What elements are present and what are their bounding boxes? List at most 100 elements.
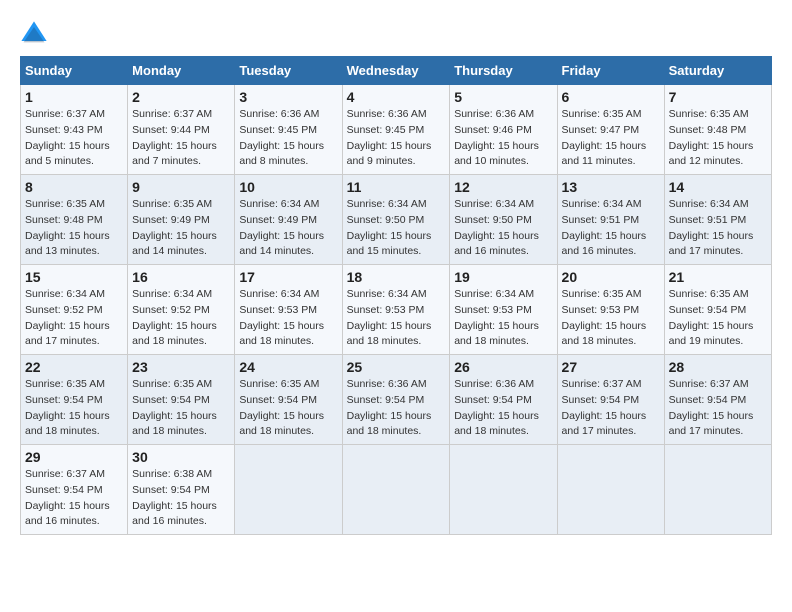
day-number: 3 — [239, 89, 337, 105]
day-number: 10 — [239, 179, 337, 195]
calendar-cell: 25 Sunrise: 6:36 AM Sunset: 9:54 PM Dayl… — [342, 355, 450, 445]
day-info: Sunrise: 6:34 AM Sunset: 9:53 PM Dayligh… — [347, 287, 446, 350]
day-number: 5 — [454, 89, 552, 105]
day-info: Sunrise: 6:36 AM Sunset: 9:45 PM Dayligh… — [347, 107, 446, 170]
day-info: Sunrise: 6:35 AM Sunset: 9:54 PM Dayligh… — [132, 377, 230, 440]
day-number: 6 — [562, 89, 660, 105]
calendar-cell: 24 Sunrise: 6:35 AM Sunset: 9:54 PM Dayl… — [235, 355, 342, 445]
day-number: 20 — [562, 269, 660, 285]
header-thursday: Thursday — [450, 57, 557, 85]
day-info: Sunrise: 6:37 AM Sunset: 9:54 PM Dayligh… — [669, 377, 767, 440]
calendar-cell: 4 Sunrise: 6:36 AM Sunset: 9:45 PM Dayli… — [342, 85, 450, 175]
calendar-cell: 3 Sunrise: 6:36 AM Sunset: 9:45 PM Dayli… — [235, 85, 342, 175]
header-wednesday: Wednesday — [342, 57, 450, 85]
calendar-cell — [235, 445, 342, 535]
day-number: 4 — [347, 89, 446, 105]
day-info: Sunrise: 6:35 AM Sunset: 9:54 PM Dayligh… — [25, 377, 123, 440]
day-number: 8 — [25, 179, 123, 195]
day-number: 19 — [454, 269, 552, 285]
calendar-cell: 7 Sunrise: 6:35 AM Sunset: 9:48 PM Dayli… — [664, 85, 771, 175]
day-info: Sunrise: 6:34 AM Sunset: 9:52 PM Dayligh… — [132, 287, 230, 350]
day-info: Sunrise: 6:36 AM Sunset: 9:45 PM Dayligh… — [239, 107, 337, 170]
day-info: Sunrise: 6:37 AM Sunset: 9:54 PM Dayligh… — [562, 377, 660, 440]
day-info: Sunrise: 6:37 AM Sunset: 9:43 PM Dayligh… — [25, 107, 123, 170]
day-number: 15 — [25, 269, 123, 285]
calendar-cell: 16 Sunrise: 6:34 AM Sunset: 9:52 PM Dayl… — [128, 265, 235, 355]
day-info: Sunrise: 6:34 AM Sunset: 9:53 PM Dayligh… — [454, 287, 552, 350]
day-number: 13 — [562, 179, 660, 195]
calendar-cell: 14 Sunrise: 6:34 AM Sunset: 9:51 PM Dayl… — [664, 175, 771, 265]
day-number: 7 — [669, 89, 767, 105]
calendar-cell: 1 Sunrise: 6:37 AM Sunset: 9:43 PM Dayli… — [21, 85, 128, 175]
day-info: Sunrise: 6:35 AM Sunset: 9:48 PM Dayligh… — [669, 107, 767, 170]
calendar-cell: 27 Sunrise: 6:37 AM Sunset: 9:54 PM Dayl… — [557, 355, 664, 445]
calendar-cell: 28 Sunrise: 6:37 AM Sunset: 9:54 PM Dayl… — [664, 355, 771, 445]
day-number: 9 — [132, 179, 230, 195]
calendar-cell: 19 Sunrise: 6:34 AM Sunset: 9:53 PM Dayl… — [450, 265, 557, 355]
calendar-cell — [557, 445, 664, 535]
day-number: 28 — [669, 359, 767, 375]
day-info: Sunrise: 6:38 AM Sunset: 9:54 PM Dayligh… — [132, 467, 230, 530]
page-header — [20, 20, 772, 48]
day-number: 24 — [239, 359, 337, 375]
header-sunday: Sunday — [21, 57, 128, 85]
calendar-week-2: 8 Sunrise: 6:35 AM Sunset: 9:48 PM Dayli… — [21, 175, 772, 265]
calendar-cell: 5 Sunrise: 6:36 AM Sunset: 9:46 PM Dayli… — [450, 85, 557, 175]
day-info: Sunrise: 6:37 AM Sunset: 9:44 PM Dayligh… — [132, 107, 230, 170]
day-info: Sunrise: 6:35 AM Sunset: 9:53 PM Dayligh… — [562, 287, 660, 350]
day-info: Sunrise: 6:37 AM Sunset: 9:54 PM Dayligh… — [25, 467, 123, 530]
day-info: Sunrise: 6:36 AM Sunset: 9:54 PM Dayligh… — [454, 377, 552, 440]
header-friday: Friday — [557, 57, 664, 85]
day-info: Sunrise: 6:36 AM Sunset: 9:54 PM Dayligh… — [347, 377, 446, 440]
calendar-cell: 20 Sunrise: 6:35 AM Sunset: 9:53 PM Dayl… — [557, 265, 664, 355]
day-number: 11 — [347, 179, 446, 195]
day-info: Sunrise: 6:34 AM Sunset: 9:51 PM Dayligh… — [669, 197, 767, 260]
calendar-cell: 23 Sunrise: 6:35 AM Sunset: 9:54 PM Dayl… — [128, 355, 235, 445]
calendar-week-5: 29 Sunrise: 6:37 AM Sunset: 9:54 PM Dayl… — [21, 445, 772, 535]
calendar-cell: 10 Sunrise: 6:34 AM Sunset: 9:49 PM Dayl… — [235, 175, 342, 265]
day-info: Sunrise: 6:34 AM Sunset: 9:51 PM Dayligh… — [562, 197, 660, 260]
day-info: Sunrise: 6:34 AM Sunset: 9:52 PM Dayligh… — [25, 287, 123, 350]
day-info: Sunrise: 6:36 AM Sunset: 9:46 PM Dayligh… — [454, 107, 552, 170]
logo — [20, 20, 52, 48]
calendar-cell: 29 Sunrise: 6:37 AM Sunset: 9:54 PM Dayl… — [21, 445, 128, 535]
calendar-cell: 30 Sunrise: 6:38 AM Sunset: 9:54 PM Dayl… — [128, 445, 235, 535]
calendar-cell: 17 Sunrise: 6:34 AM Sunset: 9:53 PM Dayl… — [235, 265, 342, 355]
day-info: Sunrise: 6:35 AM Sunset: 9:48 PM Dayligh… — [25, 197, 123, 260]
calendar-header-row: SundayMondayTuesdayWednesdayThursdayFrid… — [21, 57, 772, 85]
day-number: 30 — [132, 449, 230, 465]
calendar-week-1: 1 Sunrise: 6:37 AM Sunset: 9:43 PM Dayli… — [21, 85, 772, 175]
day-info: Sunrise: 6:35 AM Sunset: 9:47 PM Dayligh… — [562, 107, 660, 170]
day-info: Sunrise: 6:34 AM Sunset: 9:50 PM Dayligh… — [454, 197, 552, 260]
day-number: 17 — [239, 269, 337, 285]
logo-icon — [20, 20, 48, 48]
calendar-cell: 12 Sunrise: 6:34 AM Sunset: 9:50 PM Dayl… — [450, 175, 557, 265]
header-saturday: Saturday — [664, 57, 771, 85]
calendar-week-3: 15 Sunrise: 6:34 AM Sunset: 9:52 PM Dayl… — [21, 265, 772, 355]
calendar-cell: 6 Sunrise: 6:35 AM Sunset: 9:47 PM Dayli… — [557, 85, 664, 175]
day-number: 25 — [347, 359, 446, 375]
calendar-cell: 11 Sunrise: 6:34 AM Sunset: 9:50 PM Dayl… — [342, 175, 450, 265]
day-info: Sunrise: 6:35 AM Sunset: 9:49 PM Dayligh… — [132, 197, 230, 260]
calendar-cell: 13 Sunrise: 6:34 AM Sunset: 9:51 PM Dayl… — [557, 175, 664, 265]
day-info: Sunrise: 6:34 AM Sunset: 9:49 PM Dayligh… — [239, 197, 337, 260]
calendar-week-4: 22 Sunrise: 6:35 AM Sunset: 9:54 PM Dayl… — [21, 355, 772, 445]
day-number: 18 — [347, 269, 446, 285]
calendar-cell: 8 Sunrise: 6:35 AM Sunset: 9:48 PM Dayli… — [21, 175, 128, 265]
calendar-cell: 18 Sunrise: 6:34 AM Sunset: 9:53 PM Dayl… — [342, 265, 450, 355]
calendar: SundayMondayTuesdayWednesdayThursdayFrid… — [20, 56, 772, 535]
calendar-cell — [450, 445, 557, 535]
calendar-cell: 21 Sunrise: 6:35 AM Sunset: 9:54 PM Dayl… — [664, 265, 771, 355]
day-info: Sunrise: 6:35 AM Sunset: 9:54 PM Dayligh… — [239, 377, 337, 440]
header-monday: Monday — [128, 57, 235, 85]
day-number: 29 — [25, 449, 123, 465]
calendar-cell: 22 Sunrise: 6:35 AM Sunset: 9:54 PM Dayl… — [21, 355, 128, 445]
day-number: 23 — [132, 359, 230, 375]
day-number: 12 — [454, 179, 552, 195]
calendar-cell: 2 Sunrise: 6:37 AM Sunset: 9:44 PM Dayli… — [128, 85, 235, 175]
calendar-cell: 9 Sunrise: 6:35 AM Sunset: 9:49 PM Dayli… — [128, 175, 235, 265]
calendar-cell — [342, 445, 450, 535]
day-number: 22 — [25, 359, 123, 375]
day-number: 21 — [669, 269, 767, 285]
day-number: 1 — [25, 89, 123, 105]
